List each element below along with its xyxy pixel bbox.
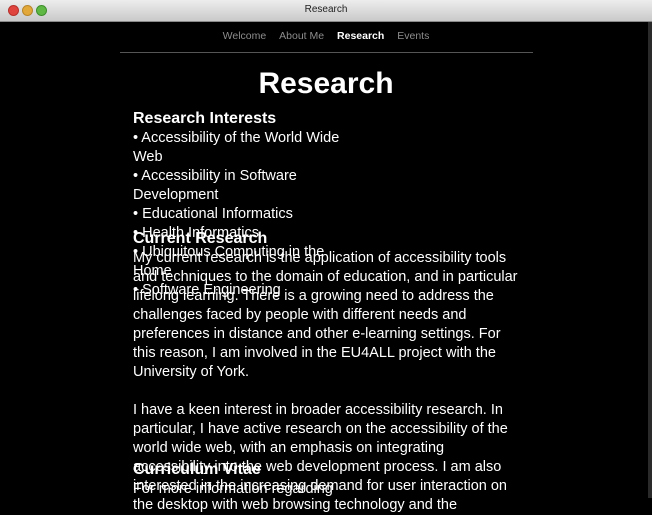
nav-research[interactable]: Research bbox=[337, 30, 384, 42]
site-nav: Welcome About Me Research Events bbox=[0, 30, 652, 42]
nav-divider bbox=[120, 52, 533, 53]
cv-heading: Curriculum Vitae bbox=[133, 461, 261, 478]
page-title: Research bbox=[258, 67, 394, 100]
list-item: • Educational Informatics bbox=[133, 206, 293, 222]
cv-text: For more information regarding bbox=[133, 481, 333, 497]
curriculum-vitae: Curriculum Vitae For more information re… bbox=[133, 460, 518, 499]
current-research-paragraph-1: My current research is the application o… bbox=[133, 250, 518, 380]
nav-welcome[interactable]: Welcome bbox=[223, 30, 267, 42]
list-item: • Accessibility in Software Development bbox=[133, 168, 297, 203]
current-research-heading: Current Research bbox=[133, 230, 268, 247]
research-interests-heading: Research Interests bbox=[133, 110, 277, 127]
window-title: Research bbox=[304, 4, 348, 15]
window-titlebar: Research bbox=[0, 0, 652, 22]
nav-events[interactable]: Events bbox=[397, 30, 429, 42]
nav-about-me[interactable]: About Me bbox=[279, 30, 324, 42]
list-item: • Accessibility of the World Wide Web bbox=[133, 130, 340, 165]
